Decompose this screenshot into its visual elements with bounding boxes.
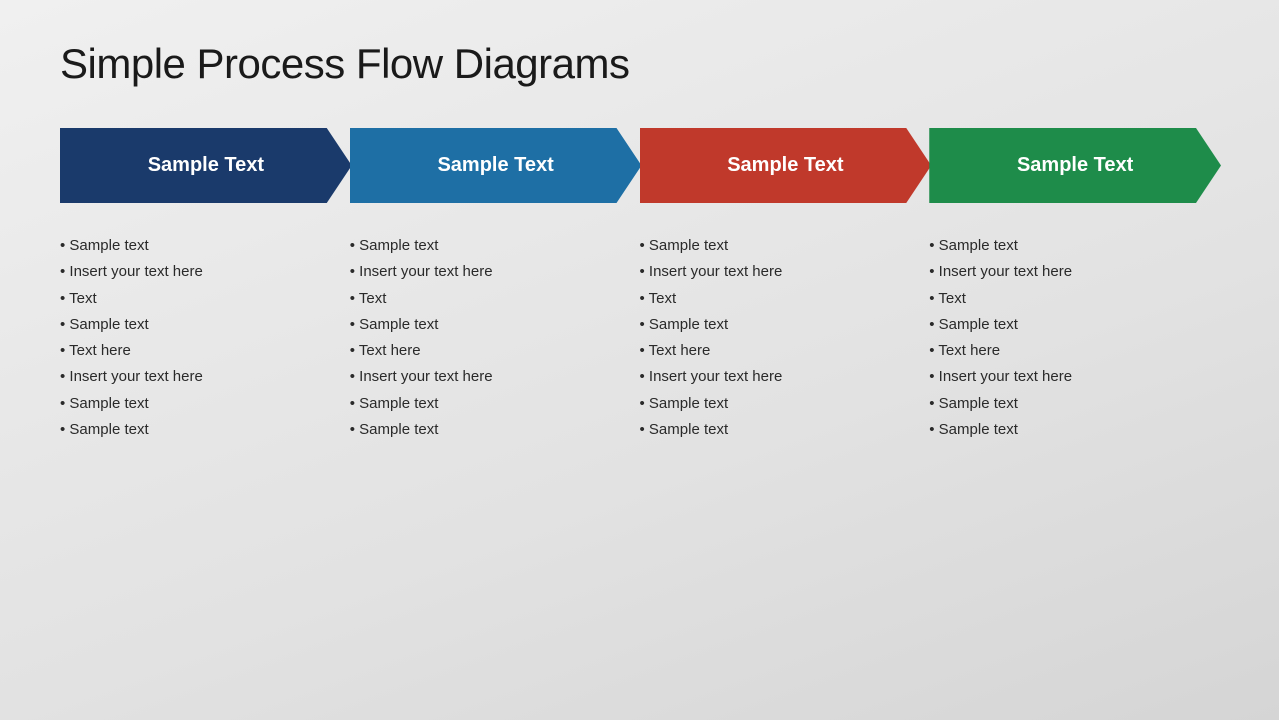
list-item: Sample text [640, 417, 920, 443]
chevron-3-label: Sample Text [727, 154, 843, 177]
list-item: Text here [929, 338, 1209, 364]
list-item: Sample text [640, 233, 920, 259]
chevron-wrapper-3: Sample Text [640, 128, 930, 203]
chevron-4: Sample Text [929, 128, 1221, 203]
slide: Simple Process Flow Diagrams Sample Text… [0, 0, 1279, 720]
column-2: Sample textInsert your text hereTextSamp… [350, 233, 640, 443]
list-item: Insert your text here [350, 259, 630, 285]
list-item: Sample text [929, 417, 1209, 443]
bullet-list-4: Sample textInsert your text hereTextSamp… [929, 233, 1209, 443]
chevron-row: Sample Text Sample Text Sample Text Samp… [60, 128, 1219, 203]
chevron-2-label: Sample Text [437, 154, 553, 177]
list-item: Sample text [60, 391, 340, 417]
list-item: Sample text [640, 391, 920, 417]
list-item: Insert your text here [350, 364, 630, 390]
list-item: Text here [640, 338, 920, 364]
list-item: Text [60, 286, 340, 312]
chevron-3: Sample Text [640, 128, 932, 203]
chevron-2: Sample Text [350, 128, 642, 203]
column-1: Sample textInsert your text hereTextSamp… [60, 233, 350, 443]
list-item: Sample text [60, 233, 340, 259]
page-title: Simple Process Flow Diagrams [60, 40, 1219, 88]
list-item: Sample text [350, 233, 630, 259]
list-item: Sample text [60, 417, 340, 443]
chevron-wrapper-4: Sample Text [929, 128, 1219, 203]
list-item: Sample text [350, 391, 630, 417]
list-item: Text [929, 286, 1209, 312]
list-item: Insert your text here [60, 259, 340, 285]
column-3: Sample textInsert your text hereTextSamp… [640, 233, 930, 443]
list-item: Insert your text here [929, 364, 1209, 390]
list-item: Text here [350, 338, 630, 364]
list-item: Text here [60, 338, 340, 364]
list-item: Sample text [929, 312, 1209, 338]
list-item: Insert your text here [929, 259, 1209, 285]
list-item: Text [350, 286, 630, 312]
list-item: Sample text [350, 312, 630, 338]
list-item: Sample text [640, 312, 920, 338]
list-item: Insert your text here [60, 364, 340, 390]
list-item: Insert your text here [640, 259, 920, 285]
list-item: Sample text [60, 312, 340, 338]
chevron-wrapper-2: Sample Text [350, 128, 640, 203]
column-4: Sample textInsert your text hereTextSamp… [929, 233, 1219, 443]
bullet-list-3: Sample textInsert your text hereTextSamp… [640, 233, 920, 443]
chevron-1: Sample Text [60, 128, 352, 203]
list-item: Text [640, 286, 920, 312]
list-item: Sample text [350, 417, 630, 443]
list-item: Insert your text here [640, 364, 920, 390]
bullet-list-2: Sample textInsert your text hereTextSamp… [350, 233, 630, 443]
columns-row: Sample textInsert your text hereTextSamp… [60, 233, 1219, 443]
list-item: Sample text [929, 391, 1209, 417]
chevron-1-label: Sample Text [148, 154, 264, 177]
chevron-wrapper-1: Sample Text [60, 128, 350, 203]
list-item: Sample text [929, 233, 1209, 259]
bullet-list-1: Sample textInsert your text hereTextSamp… [60, 233, 340, 443]
chevron-4-label: Sample Text [1017, 154, 1133, 177]
